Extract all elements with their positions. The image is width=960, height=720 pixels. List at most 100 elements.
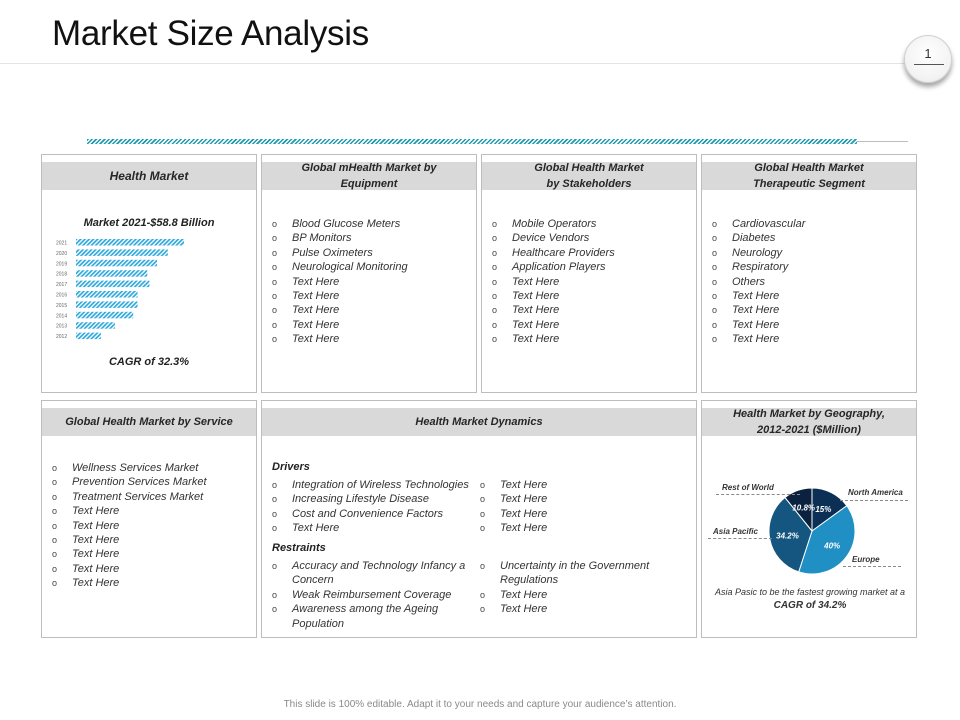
list-item-text: Text Here: [292, 304, 340, 317]
restraints-list-right: o Uncertainty in the Government Regulatio…: [480, 559, 670, 617]
list-item-text: Text Here: [72, 548, 120, 561]
bullet-icon: o: [272, 276, 278, 287]
list-item-text: Neurology: [732, 246, 783, 259]
bullet-icon: o: [712, 290, 718, 301]
rule-asia-pacific: [708, 538, 772, 539]
panel-title: Global Health Market by Service: [42, 408, 256, 436]
bullet-icon: o: [52, 563, 58, 574]
list-item: o BP Monitors: [272, 231, 408, 245]
panel-service: Global Health Market by Service o Wellnes…: [41, 400, 257, 638]
panel-therapeutic: Global Health Market Therapeutic Segment…: [701, 154, 917, 393]
list-item: o Text Here: [480, 521, 547, 535]
list-item: o Cost and Convenience Factors: [272, 507, 469, 521]
list-item: o Text Here: [272, 289, 408, 303]
list-item: o Text Here: [712, 318, 805, 332]
market-bar: [76, 332, 101, 340]
list-item: o Application Players: [492, 260, 615, 274]
list-item-text: Respiratory: [732, 261, 789, 274]
pie-slice-label: 34.2%: [776, 532, 799, 541]
market-bar: [76, 270, 148, 277]
bullet-icon: o: [272, 219, 278, 229]
list-item-text: Awareness among the Ageing Population: [292, 603, 439, 630]
therapeutic-list: o Cardiovascular o Diabetes o Neurology o Respi…: [712, 217, 805, 347]
list-item: o Neurology: [712, 246, 805, 260]
market-bar: [76, 311, 134, 319]
year-tick-label: 2021: [56, 241, 67, 247]
list-item-text: Text Here: [500, 603, 548, 616]
market-bar: [76, 259, 157, 267]
equipment-list: o Blood Glucose Meters o BP Monitors o Pulse …: [272, 217, 408, 347]
panel-geography: Health Market by Geography, 2012-2021 ($…: [701, 400, 917, 638]
list-item-text: Cost and Convenience Factors: [292, 507, 444, 520]
bullet-icon: o: [712, 262, 718, 273]
panel-title: Global Health Market Therapeutic Segment: [702, 162, 916, 190]
list-item: o Text Here: [492, 332, 615, 346]
list-item-text: Neurological Monitoring: [292, 261, 408, 274]
list-item-text: Prevention Services Market: [72, 476, 207, 489]
panel-title: Global mHealth Market by Equipment: [262, 162, 476, 190]
list-item-text: Text Here: [292, 289, 340, 302]
panel-title: Health Market: [42, 162, 256, 190]
list-item: o Text Here: [52, 562, 207, 576]
list-item: o Text Here: [52, 533, 207, 547]
list-item: o Uncertainty in the Government Regulatio…: [480, 559, 670, 588]
label-europe: Europe: [852, 555, 880, 564]
bullet-icon: o: [272, 247, 278, 258]
bullet-icon: o: [492, 262, 498, 273]
list-item: o Text Here: [492, 275, 615, 289]
list-item: o Text Here: [712, 303, 805, 317]
market-label: Market 2021-$58.8 Billion: [83, 217, 215, 229]
list-item: o Text Here: [272, 332, 408, 346]
list-item-text: Text Here: [512, 289, 560, 302]
bullet-icon: o: [52, 463, 58, 473]
divider-tail: [857, 141, 908, 142]
bullet-icon: o: [480, 494, 486, 505]
list-item-text: Device Vendors: [512, 232, 590, 245]
bullet-icon: o: [52, 534, 58, 545]
bullet-icon: o: [272, 319, 278, 330]
list-item: o Text Here: [712, 332, 805, 346]
bullet-icon: o: [492, 233, 498, 244]
pie-slice-label: 15%: [815, 505, 831, 514]
bullet-icon: o: [480, 589, 486, 600]
list-item-text: Text Here: [292, 522, 340, 535]
list-item: o Device Vendors: [492, 231, 615, 245]
list-item-text: Text Here: [292, 275, 340, 288]
panel-title: Health Market Dynamics: [262, 408, 696, 436]
bullet-icon: o: [52, 506, 58, 517]
list-item: o Text Here: [272, 521, 469, 535]
list-item: o Text Here: [480, 602, 670, 616]
bullet-icon: o: [272, 561, 278, 571]
bullet-icon: o: [492, 247, 498, 258]
bullet-icon: o: [272, 305, 278, 316]
year-tick-label: 2014: [56, 313, 67, 319]
bullet-icon: o: [272, 233, 278, 244]
list-item: o Text Here: [272, 318, 408, 332]
market-bar: [76, 249, 168, 256]
list-item: o Others: [712, 275, 805, 289]
bullet-icon: o: [712, 247, 718, 258]
list-item: o Blood Glucose Meters: [272, 217, 408, 231]
label-north-america: North America: [848, 488, 903, 497]
bullet-icon: o: [492, 319, 498, 330]
list-item: o Text Here: [480, 588, 670, 602]
list-item: o Text Here: [492, 318, 615, 332]
list-item-text: Increasing Lifestyle Disease: [292, 493, 429, 506]
service-list: o Wellness Services Market o Prevention Ser…: [52, 461, 207, 591]
bullet-icon: o: [712, 319, 718, 330]
list-item-text: Pulse Oximeters: [292, 246, 373, 259]
list-item-text: Text Here: [500, 588, 548, 601]
restraints-heading: Restraints: [272, 542, 326, 554]
bullet-icon: o: [480, 508, 486, 519]
list-item-text: Text Here: [292, 318, 340, 331]
list-item-text: Others: [732, 275, 766, 288]
list-item: o Text Here: [52, 547, 207, 561]
list-item: o Text Here: [712, 289, 805, 303]
panel-title: Health Market by Geography, 2012-2021 ($…: [702, 408, 916, 436]
list-item: o Weak Reimbursement Coverage: [272, 588, 472, 602]
list-item-text: Text Here: [72, 577, 120, 590]
year-tick-label: 2016: [56, 293, 67, 299]
list-item: o Neurological Monitoring: [272, 260, 408, 274]
bullet-icon: o: [52, 491, 58, 502]
list-item: o Text Here: [52, 519, 207, 533]
